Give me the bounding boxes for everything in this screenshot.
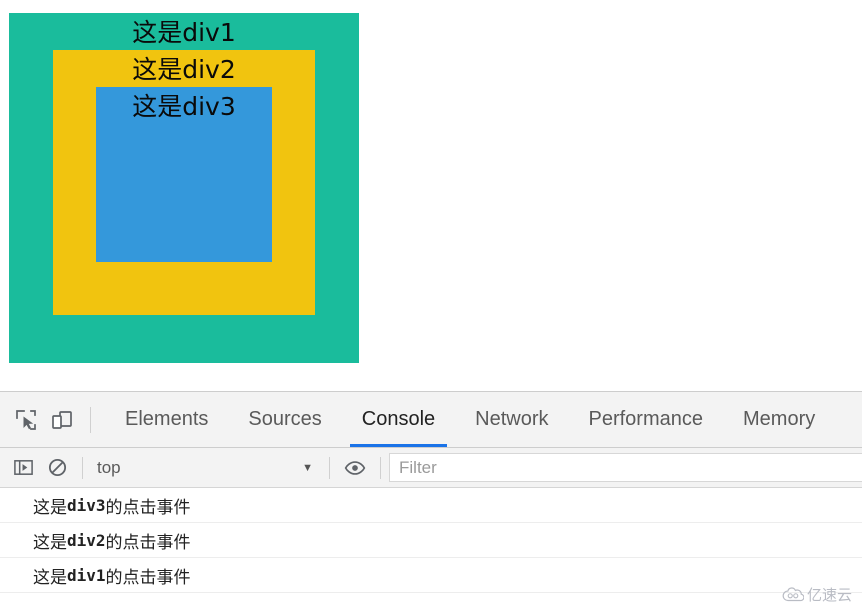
tab-label: Network	[475, 408, 549, 430]
clear-console-icon[interactable]	[40, 453, 74, 483]
console-toolbar-divider-2	[329, 456, 330, 479]
div3-box[interactable]: 这是div3	[96, 87, 272, 262]
console-sidebar-icon[interactable]	[6, 453, 40, 483]
tab-label: Memory	[743, 408, 816, 430]
message-text-suffix: 的点击事件	[105, 567, 191, 588]
console-toolbar: top ▼ Filter	[0, 448, 862, 488]
toolbar-divider	[90, 406, 91, 433]
execution-context-label: top	[97, 457, 121, 477]
tab-label: Console	[361, 408, 436, 430]
div3-label: 这是div3	[132, 92, 236, 121]
tab-label: Performance	[588, 408, 704, 430]
console-message-row[interactable]: 这是 div1 的点击事件	[0, 558, 862, 593]
message-text-code: div1	[67, 565, 106, 585]
chevron-down-icon: ▼	[302, 461, 313, 474]
console-message-row[interactable]: 这是 div3 的点击事件	[0, 488, 862, 523]
console-message-row[interactable]: 这是 div2 的点击事件	[0, 523, 862, 558]
console-filter-placeholder: Filter	[399, 457, 437, 477]
tab-console[interactable]: Console	[342, 392, 455, 447]
devtools-panel: Elements Sources Console Network Perform…	[0, 391, 862, 612]
tab-memory[interactable]: Memory	[723, 392, 835, 447]
tab-performance[interactable]: Performance	[569, 392, 724, 447]
devtools-tab-list: Elements Sources Console Network Perform…	[105, 392, 835, 447]
message-text-prefix: 这是	[33, 497, 67, 518]
execution-context-selector[interactable]: top ▼	[91, 454, 321, 482]
device-toolbar-icon[interactable]	[44, 402, 80, 438]
tab-label: Elements	[125, 408, 209, 430]
div1-label: 这是div1	[132, 18, 236, 47]
browser-page-viewport: 这是div1 这是div2 这是div3	[0, 0, 862, 391]
tab-network[interactable]: Network	[455, 392, 568, 447]
message-text-code: div3	[67, 495, 106, 515]
console-toolbar-divider-3	[380, 456, 381, 479]
message-text-prefix: 这是	[33, 532, 67, 553]
inspect-element-icon[interactable]	[8, 402, 44, 438]
tab-elements[interactable]: Elements	[105, 392, 228, 447]
tab-label: Sources	[248, 408, 322, 430]
live-expression-icon[interactable]	[338, 453, 372, 483]
console-filter-input[interactable]: Filter	[389, 453, 862, 482]
message-text-suffix: 的点击事件	[105, 497, 191, 518]
div2-label: 这是div2	[132, 55, 236, 84]
devtools-tabstrip: Elements Sources Console Network Perform…	[0, 392, 862, 448]
tab-sources[interactable]: Sources	[228, 392, 341, 447]
div2-box[interactable]: 这是div2 这是div3	[53, 50, 315, 315]
console-toolbar-divider	[82, 456, 83, 479]
message-text-code: div2	[67, 530, 106, 550]
message-text-prefix: 这是	[33, 567, 67, 588]
div1-box[interactable]: 这是div1 这是div2 这是div3	[9, 13, 359, 363]
console-message-list: 这是 div3 的点击事件 这是 div2 的点击事件 这是 div1 的点击事件	[0, 488, 862, 593]
message-text-suffix: 的点击事件	[105, 532, 191, 553]
